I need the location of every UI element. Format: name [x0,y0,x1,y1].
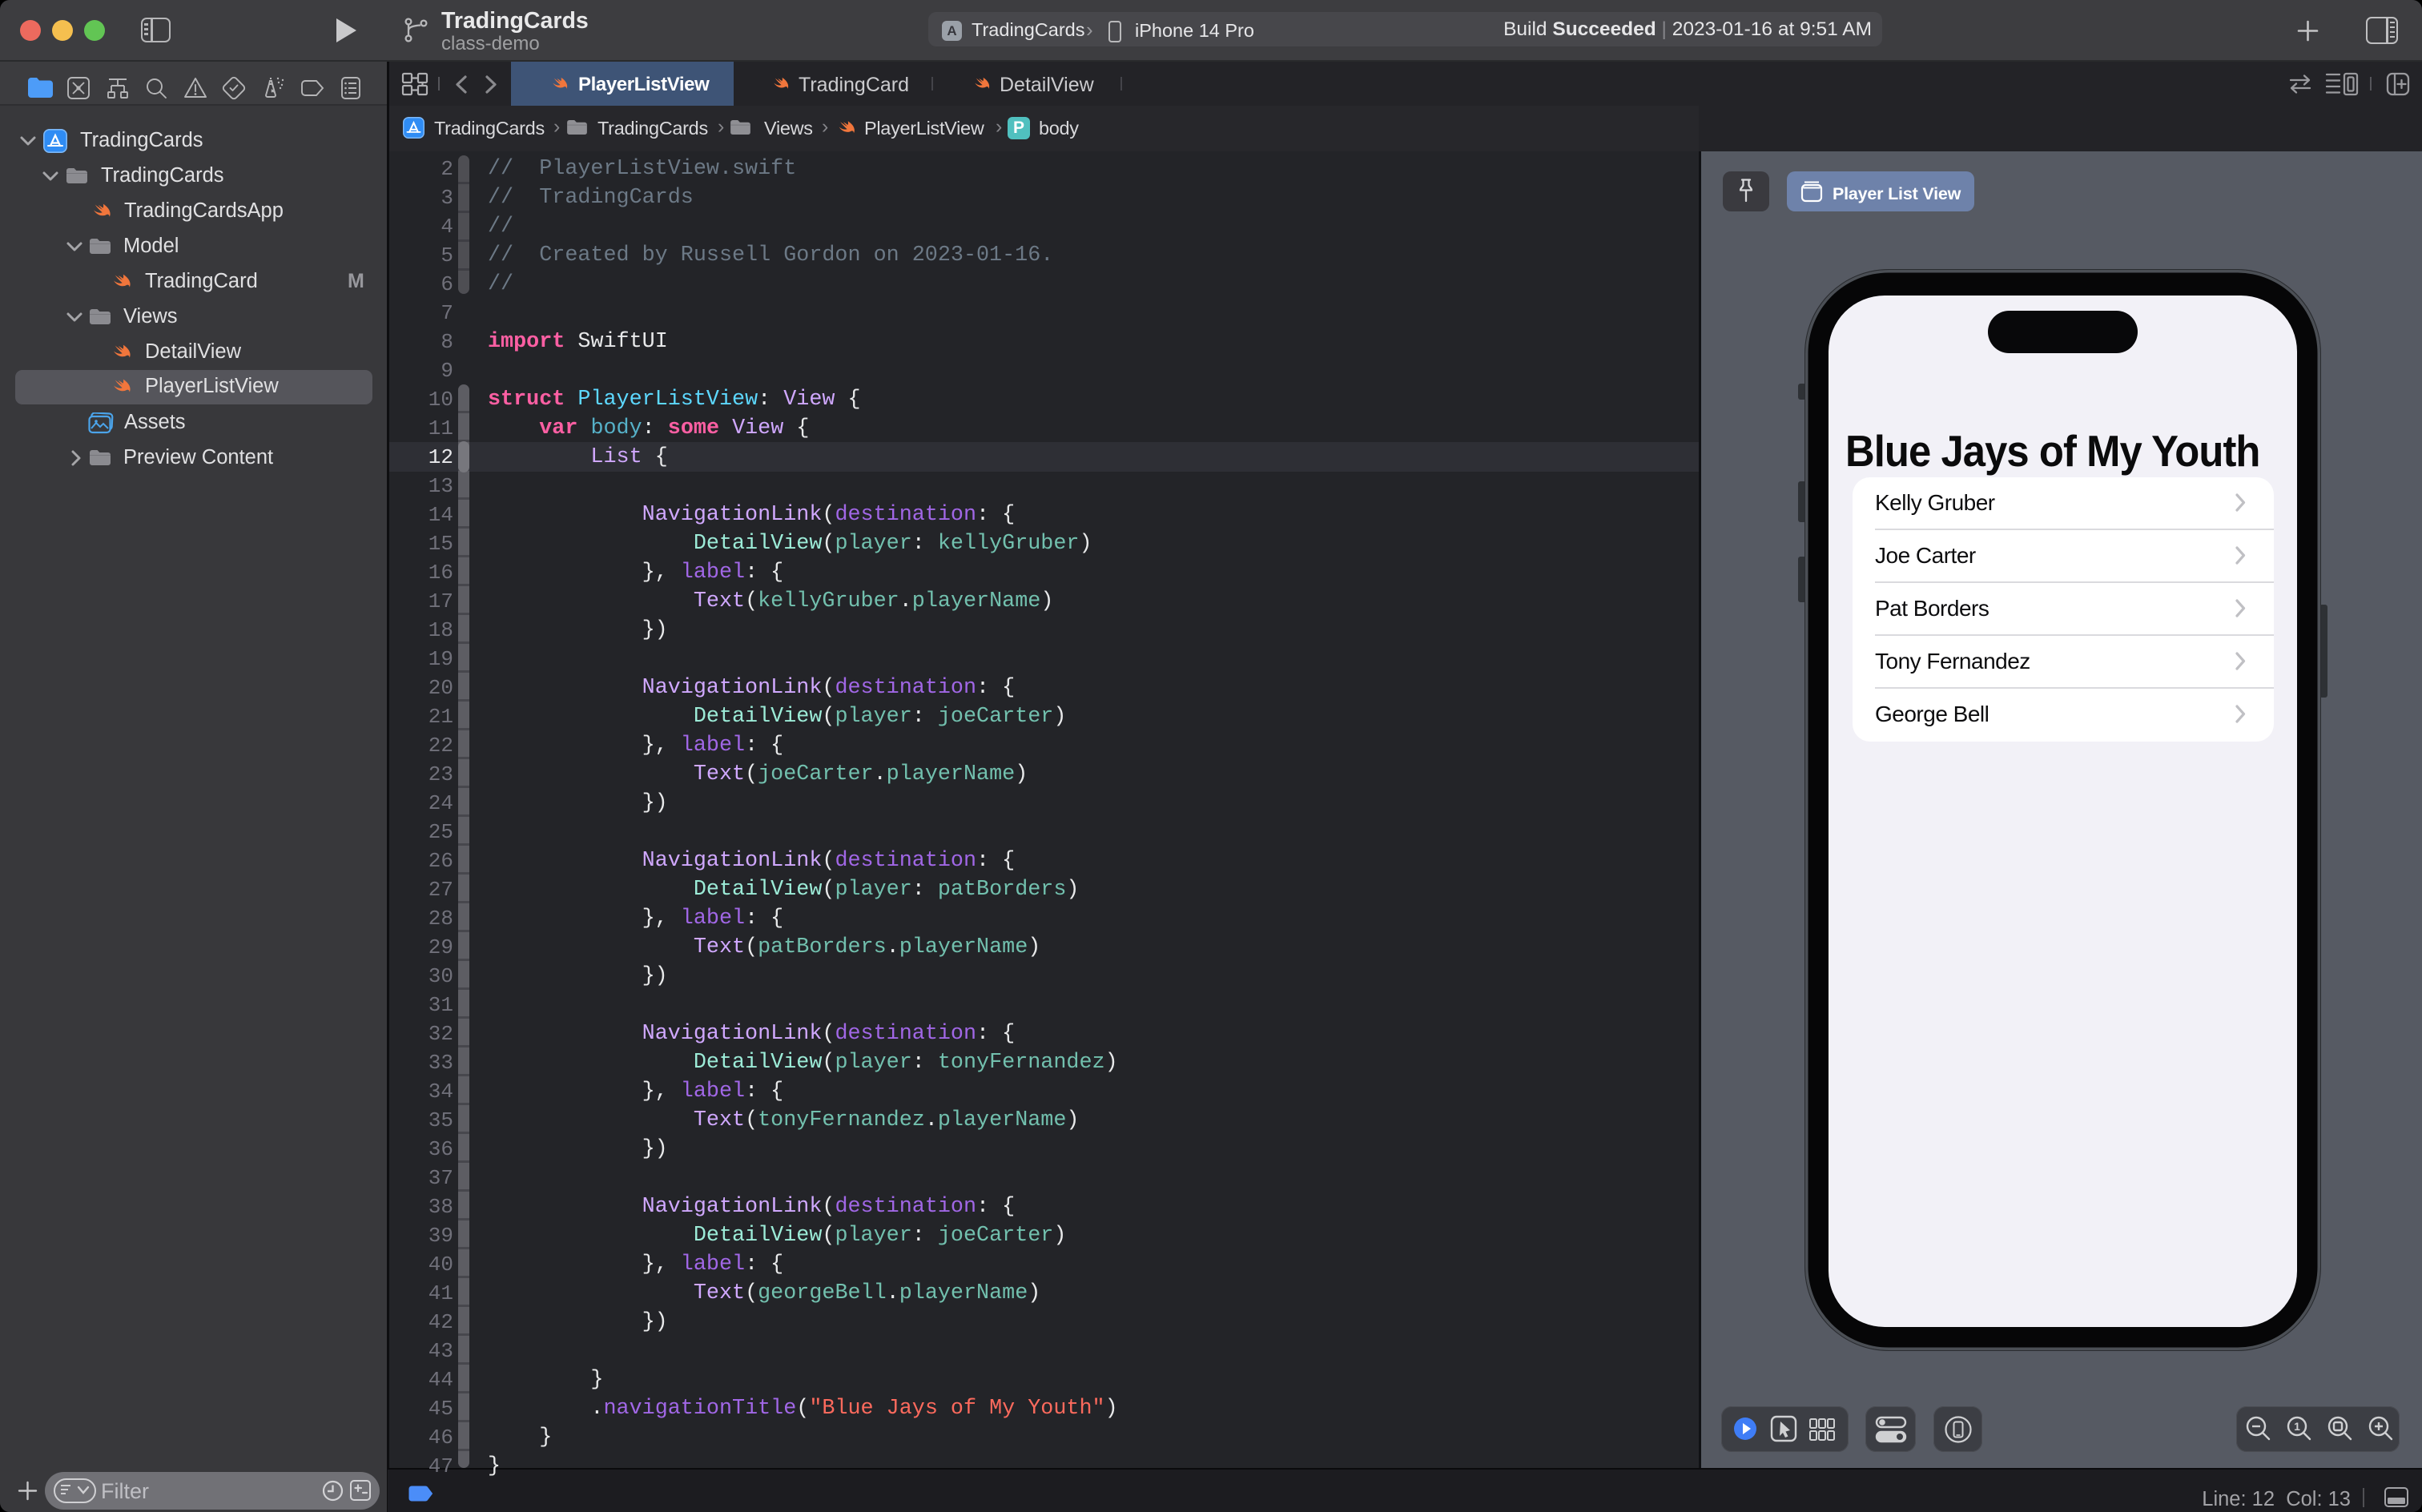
svg-text:1: 1 [2294,1420,2300,1433]
